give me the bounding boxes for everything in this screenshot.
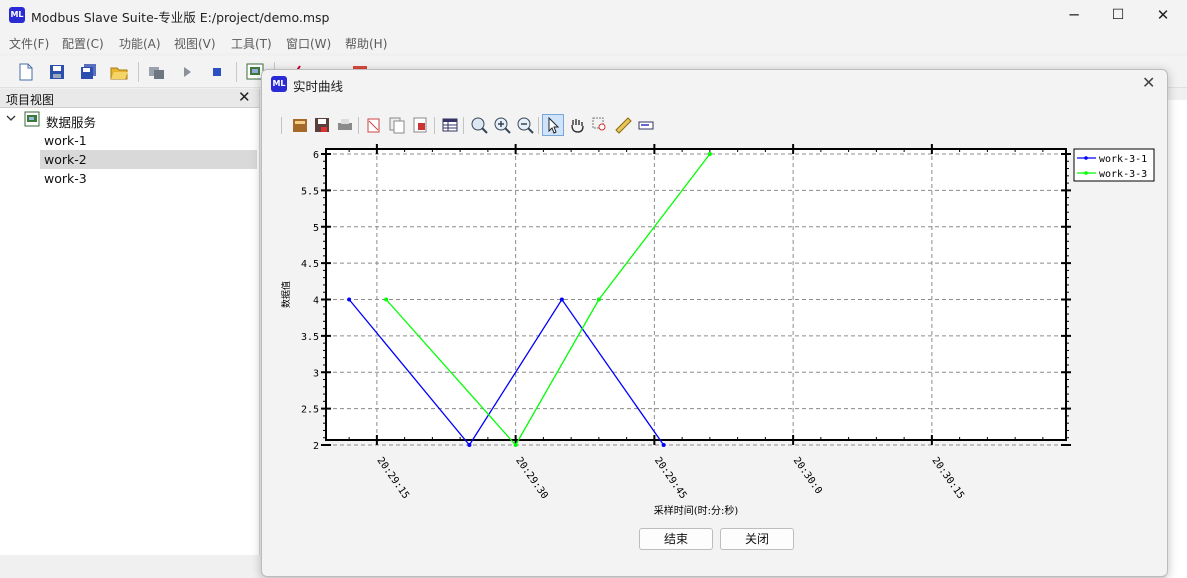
save-all-icon[interactable] [77, 61, 99, 83]
y-tick-label: 3 [313, 368, 319, 379]
y-tick-label: 5.5 [301, 186, 319, 197]
maximize-button[interactable]: ☐ [1095, 0, 1141, 31]
legend-marker [1084, 171, 1088, 175]
menu-config[interactable]: 配置(C) [62, 35, 104, 52]
x-tick-label: 20:29:45 [652, 455, 689, 501]
data-point [347, 297, 352, 302]
menu-file[interactable]: 文件(F) [9, 35, 49, 52]
x-tick-label: 20:30:0 [791, 455, 824, 496]
y-tick-label: 6 [313, 150, 319, 161]
tree-item-label: work-3 [44, 171, 87, 186]
menu-window[interactable]: 窗口(W) [286, 35, 331, 52]
minimize-button[interactable]: ─ [1051, 0, 1097, 31]
data-service-icon [24, 111, 40, 130]
panel-title: 项目视图 [6, 93, 55, 107]
plot-background [326, 149, 1066, 440]
tree-item-label: work-1 [44, 133, 87, 148]
legend-label: work-3-3 [1099, 169, 1147, 180]
y-axis-label: 数据值 [280, 281, 292, 308]
title-bar: ML Modbus Slave Suite-专业版 E:/project/dem… [0, 0, 1187, 31]
x-tick-label: 20:29:15 [374, 455, 411, 501]
tree-expand-icon[interactable] [5, 112, 17, 127]
x-axis-label: 采样时间(时:分:秒) [654, 504, 739, 517]
status-bar [0, 556, 259, 578]
y-tick-label: 4 [313, 296, 319, 307]
x-tick-label: 20:29:30 [513, 455, 550, 501]
tree-item-work-1[interactable]: work-1 [40, 132, 257, 150]
legend-marker [1084, 156, 1088, 160]
data-point [559, 297, 564, 302]
data-point [661, 443, 666, 447]
connect-icon[interactable] [145, 61, 167, 83]
y-tick-label: 3.5 [301, 332, 319, 343]
open-folder-icon[interactable] [108, 61, 130, 83]
panel-close-icon[interactable]: ✕ [238, 88, 251, 106]
y-tick-label: 4.5 [301, 259, 319, 270]
tree-item-label: work-2 [44, 152, 87, 167]
y-tick-label: 5 [313, 223, 319, 234]
x-tick-label: 20:30:15 [929, 455, 966, 501]
panel-header: 项目视图 ✕ [0, 88, 259, 108]
tree-item-work-2[interactable]: work-2 [40, 150, 257, 169]
end-button[interactable]: 结束 [639, 528, 713, 550]
data-point [513, 443, 518, 447]
menu-function[interactable]: 功能(A) [119, 35, 161, 52]
app-logo-icon: ML [9, 7, 25, 23]
new-file-icon[interactable] [15, 61, 37, 83]
legend-label: work-3-1 [1099, 154, 1147, 165]
run-icon[interactable] [176, 61, 198, 83]
stop-icon[interactable] [206, 61, 228, 83]
menu-help[interactable]: 帮助(H) [345, 35, 387, 52]
tree-root-label[interactable]: 数据服务 [46, 112, 96, 131]
tree-item-work-3[interactable]: work-3 [40, 170, 257, 188]
toolbar-separator [138, 62, 139, 82]
data-point [707, 152, 712, 156]
toolbar-separator [236, 62, 237, 82]
close-button[interactable]: ✕ [1140, 0, 1186, 31]
project-panel: 项目视图 ✕ 数据服务 work-1 work-2 work-3 [0, 88, 260, 555]
data-point [596, 297, 601, 302]
menu-bar: 文件(F) 配置(C) 功能(A) 视图(V) 工具(T) 窗口(W) 帮助(H… [0, 31, 1187, 53]
menu-view[interactable]: 视图(V) [174, 35, 216, 52]
workspace-background [1166, 100, 1187, 578]
save-icon[interactable] [46, 61, 68, 83]
close-dialog-button[interactable]: 关闭 [720, 528, 794, 550]
data-point [384, 297, 389, 302]
realtime-curve-dialog: ML 实时曲线 ✕ 6 5.5 5 4.5 4 3.5 3 2.5 2 20:2… [261, 69, 1168, 577]
realtime-chart[interactable]: 6 5.5 5 4.5 4 3.5 3 2.5 2 20:29:15 20:29:30 20:29:4… [262, 70, 1167, 520]
window-title: Modbus Slave Suite-专业版 E:/project/demo.m… [31, 10, 330, 25]
data-point [467, 443, 472, 447]
y-tick-label: 2 [313, 441, 319, 452]
menu-tools[interactable]: 工具(T) [231, 35, 272, 52]
y-tick-label: 2.5 [301, 405, 319, 416]
